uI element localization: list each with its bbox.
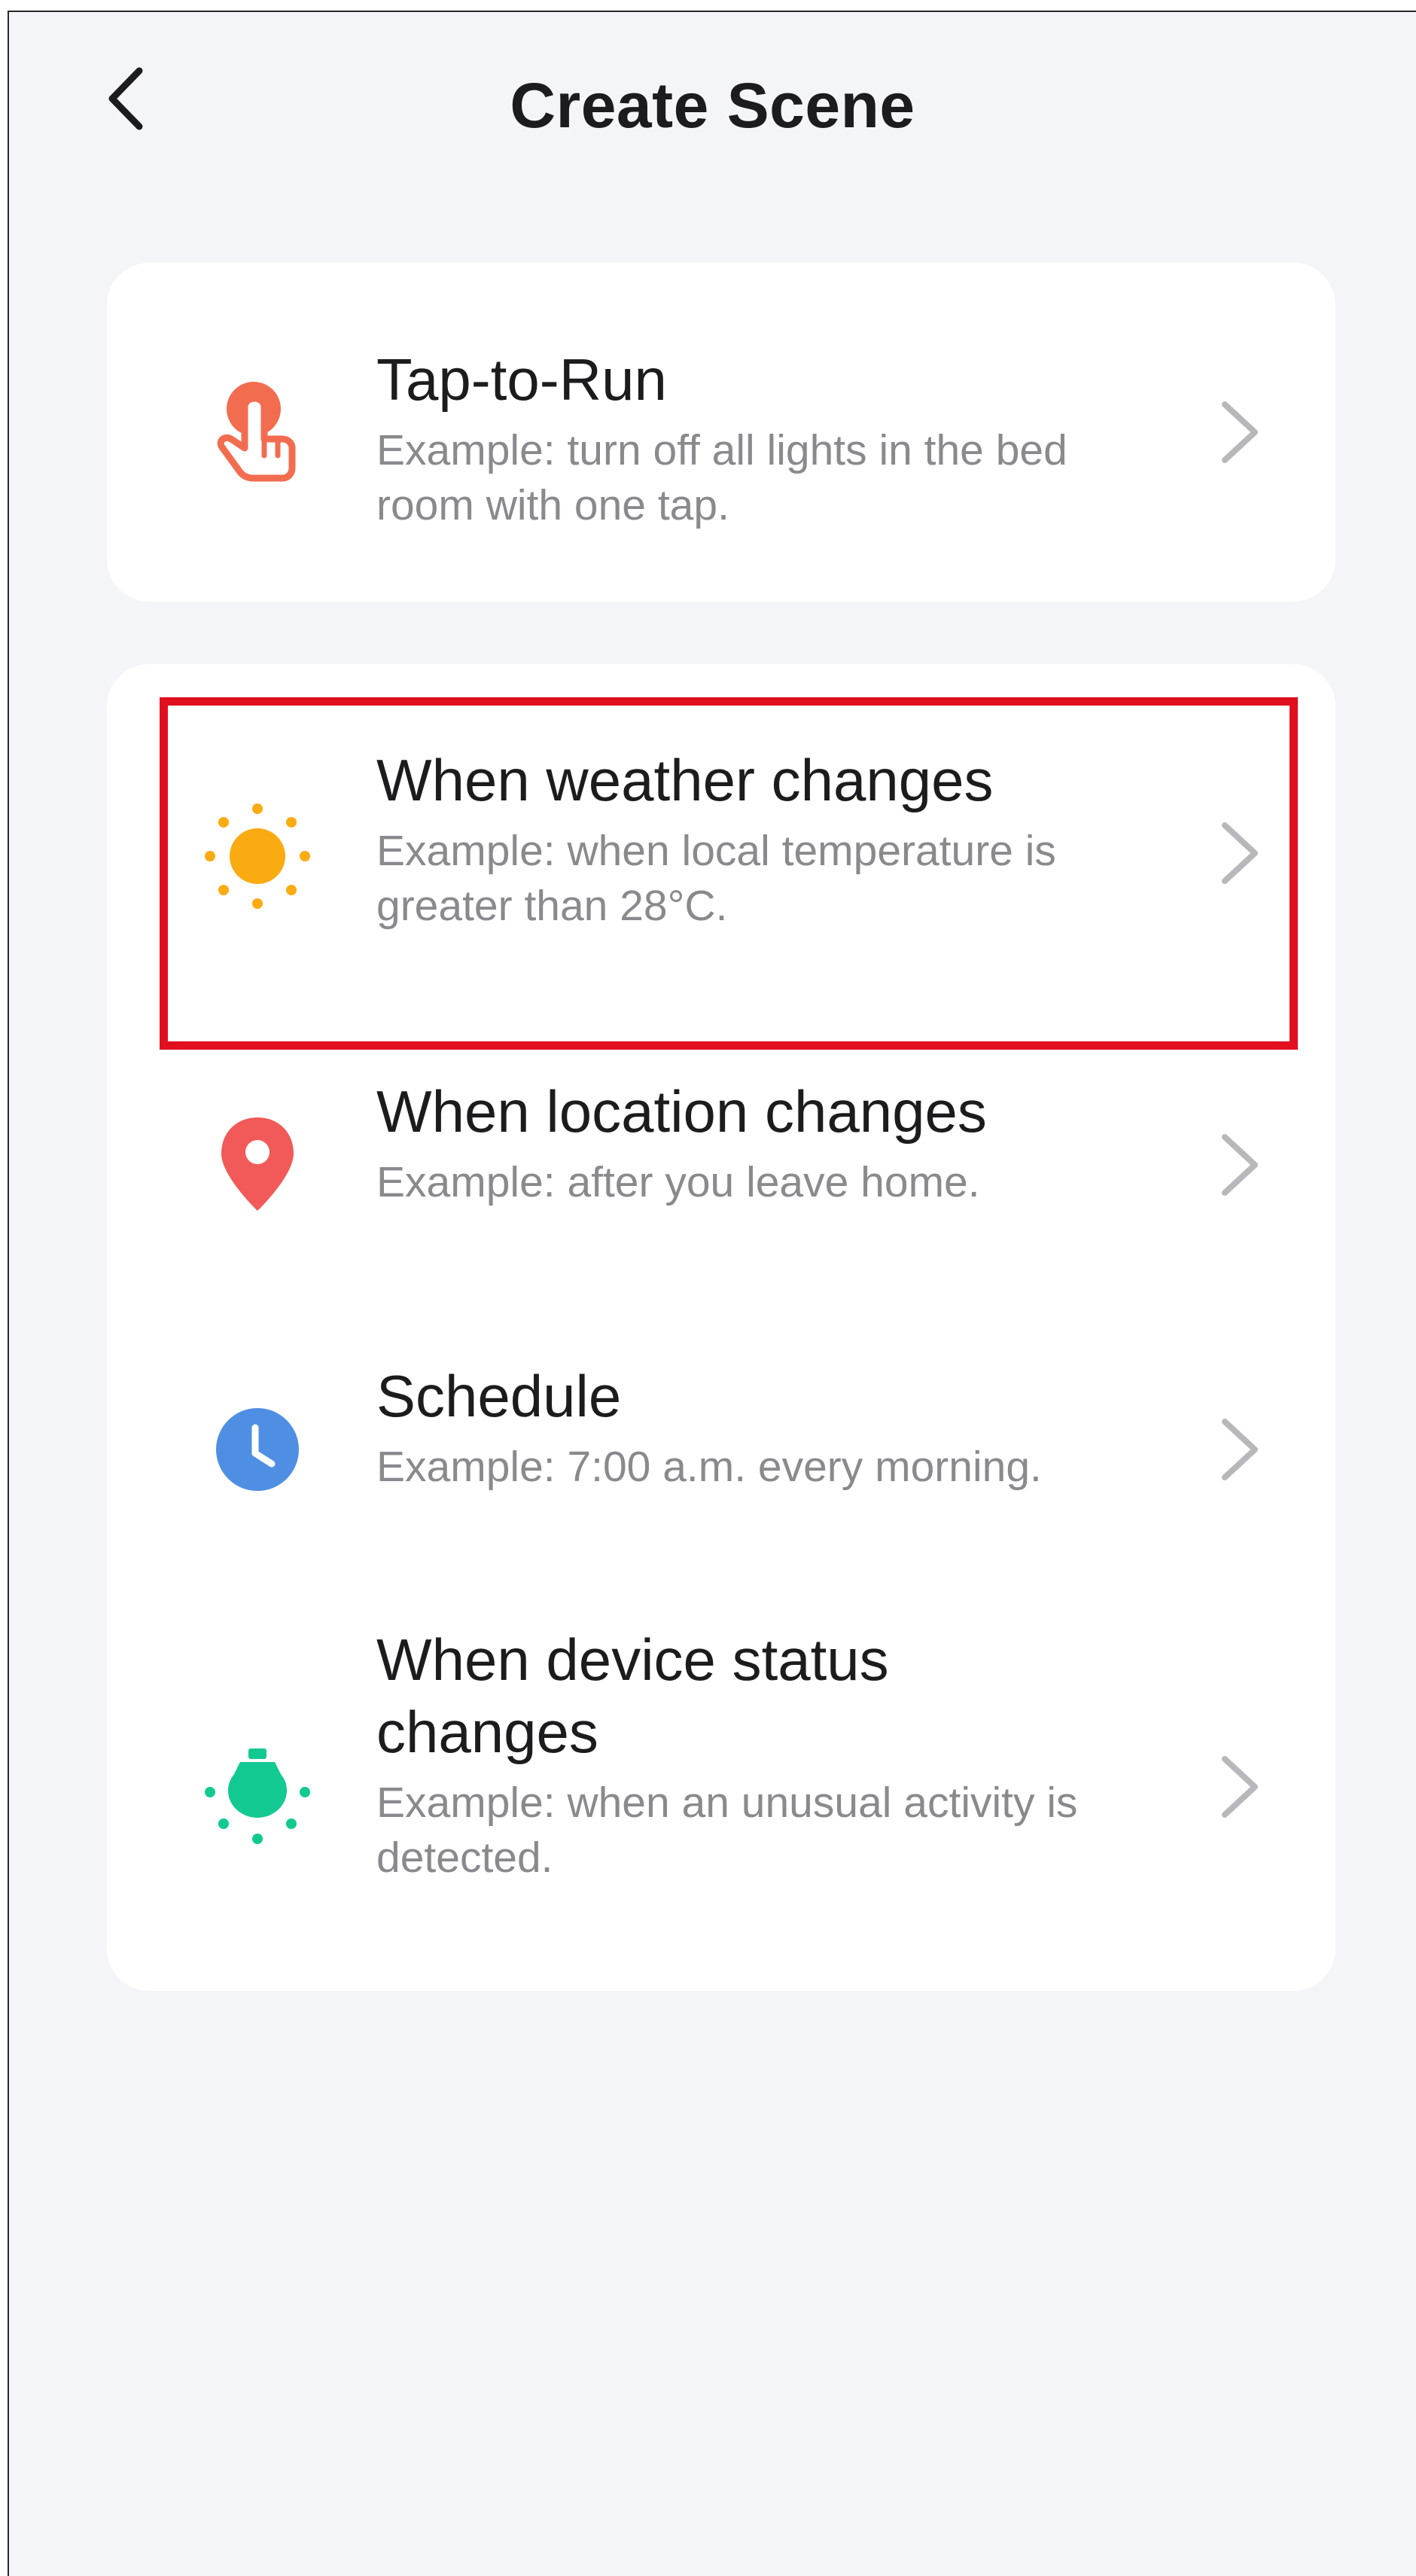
option-title: When weather changes (376, 747, 994, 813)
device-bulb-icon (201, 1739, 314, 1852)
chevron-right-icon (1210, 1745, 1270, 1828)
chevron-right-icon (1210, 1408, 1270, 1491)
page-title: Create Scene (510, 70, 915, 141)
chevron-right-icon (1210, 391, 1270, 474)
tap-to-run-option[interactable]: Tap-to-Run Example: turn off all lights … (107, 263, 1335, 602)
option-title: When location changes (376, 1078, 987, 1145)
clock-icon (201, 1393, 314, 1506)
option-description: Example: when local temperature is great… (376, 827, 1056, 930)
device-status-option[interactable]: When device status changes Example: when… (107, 1613, 1335, 1974)
option-description: Example: after you leave home. (376, 1158, 980, 1206)
automation-card: When weather changes Example: when local… (107, 664, 1335, 1991)
option-title: Tap-to-Run (376, 346, 667, 413)
location-change-option[interactable]: When location changes Example: after you… (107, 1056, 1335, 1312)
option-description: Example: turn off all lights in the bed … (376, 426, 1067, 529)
chevron-right-icon (1210, 812, 1270, 895)
location-pin-icon (201, 1108, 314, 1221)
sun-icon (201, 800, 314, 913)
option-description: Example: 7:00 a.m. every morning. (376, 1443, 1042, 1491)
create-scene-screen: Create Scene Tap-to-Run Example: turn of… (8, 11, 1416, 2576)
weather-change-option[interactable]: When weather changes Example: when local… (107, 691, 1335, 1045)
option-title: When device status changes (376, 1626, 889, 1765)
header: Create Scene (9, 12, 1416, 185)
schedule-option[interactable]: Schedule Example: 7:00 a.m. every mornin… (107, 1342, 1335, 1598)
option-description: Example: when an unusual activity is det… (376, 1779, 1078, 1882)
hand-tap-icon (201, 376, 314, 489)
tap-to-run-card: Tap-to-Run Example: turn off all lights … (107, 263, 1335, 602)
option-title: Schedule (376, 1363, 622, 1429)
chevron-right-icon (1210, 1123, 1270, 1206)
